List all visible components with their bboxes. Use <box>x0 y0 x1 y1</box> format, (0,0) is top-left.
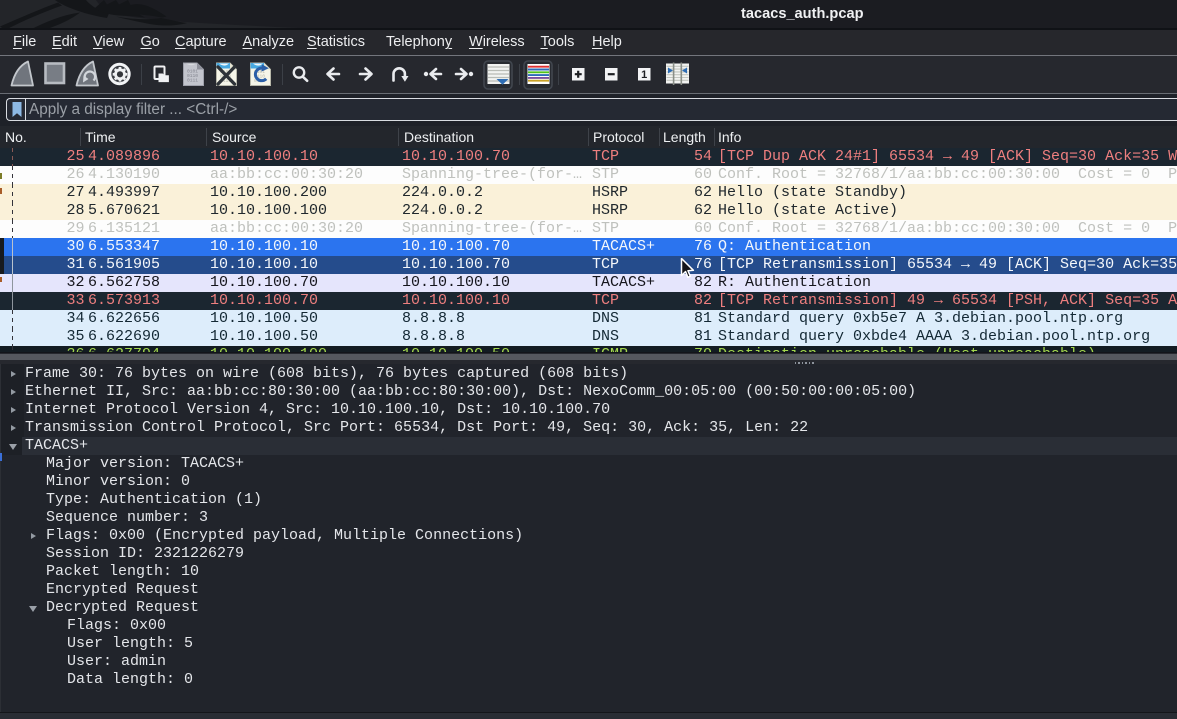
svg-text:1: 1 <box>641 69 647 81</box>
svg-text:0111: 0111 <box>187 78 198 84</box>
